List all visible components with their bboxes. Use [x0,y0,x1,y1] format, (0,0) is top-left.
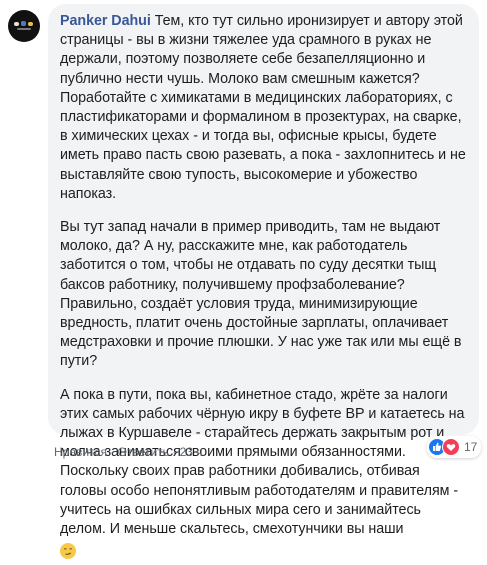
reaction-summary[interactable]: 17 [427,436,482,458]
comment-paragraph-2: Вы тут запад начали в пример приводить, … [60,218,469,372]
reply-link[interactable]: Ответить [118,445,169,459]
comment-bubble: Panker Dahui Тем, кто тут сильно иронизи… [48,4,479,560]
smirk-emoji [60,543,76,560]
comment-paragraph-1: Panker Dahui Тем, кто тут сильно иронизи… [60,12,469,204]
avatar[interactable] [8,10,40,42]
comment-actions: Нравится · Ответить · 23 ч. [54,445,206,459]
comment-paragraph-3: А пока в пути, пока вы, кабинетное стадо… [60,386,469,540]
comment-body: Panker Dahui Тем, кто тут сильно иронизи… [60,12,469,565]
comment-author[interactable]: Panker Dahui [60,13,151,29]
separator: · [106,445,118,459]
timestamp[interactable]: 23 ч. [180,445,206,459]
separator: · [168,445,180,459]
like-link[interactable]: Нравится [54,445,107,459]
comment-line: смехотунчики вы наши [252,521,404,538]
comment-line: страницы - вы в жизни тяжелее уда срамно… [60,32,432,49]
comment-line: Тем, кто тут сильно иронизирует и автору… [154,13,463,29]
love-icon [442,438,460,456]
reaction-count: 17 [464,440,478,454]
